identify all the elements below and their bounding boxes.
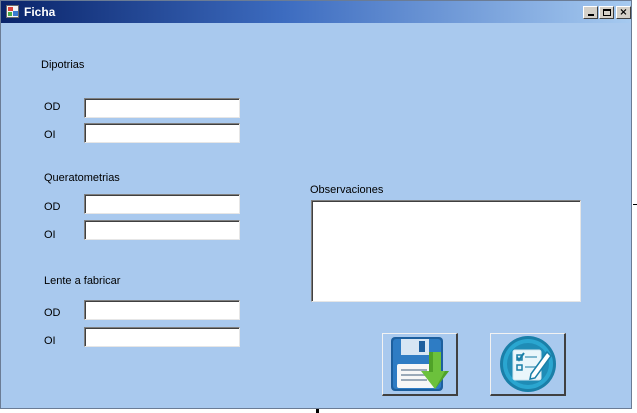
queratometrias-oi-input[interactable] <box>84 220 240 240</box>
maximize-icon <box>603 9 611 16</box>
close-icon: × <box>619 7 628 18</box>
lente-oi-input[interactable] <box>84 327 240 347</box>
queratometrias-od-input[interactable] <box>84 194 240 214</box>
save-button[interactable] <box>382 333 458 396</box>
observaciones-label: Observaciones <box>310 184 384 196</box>
floppy-disk-download-icon <box>391 337 449 391</box>
dipotrias-od-label: OD <box>44 101 61 113</box>
queratometrias-heading: Queratometrias <box>44 172 120 184</box>
queratometrias-od-label: OD <box>44 201 61 213</box>
dipotrias-heading: Dipotrias <box>41 59 85 71</box>
lente-od-input[interactable] <box>84 300 240 320</box>
lente-od-label: OD <box>44 307 61 319</box>
dipotrias-oi-label: OI <box>44 129 56 141</box>
close-button[interactable]: × <box>616 6 631 19</box>
edit-form-icon <box>500 336 556 392</box>
edit-button[interactable] <box>490 333 566 396</box>
queratometrias-oi-label: OI <box>44 229 56 241</box>
title-bar[interactable]: Ficha × <box>1 1 631 23</box>
ficha-window: Ficha × Dipotrias OD OI Queratometrias O… <box>0 0 632 409</box>
dipotrias-od-input[interactable] <box>84 98 240 118</box>
maximize-button[interactable] <box>599 6 614 19</box>
observaciones-textarea[interactable] <box>311 200 581 302</box>
dipotrias-oi-input[interactable] <box>84 123 240 143</box>
minimize-icon <box>588 14 594 16</box>
window-title: Ficha <box>24 5 56 19</box>
lente-heading: Lente a fabricar <box>44 275 121 287</box>
minimize-button[interactable] <box>583 6 598 19</box>
lente-oi-label: OI <box>44 335 56 347</box>
app-icon <box>6 5 19 18</box>
